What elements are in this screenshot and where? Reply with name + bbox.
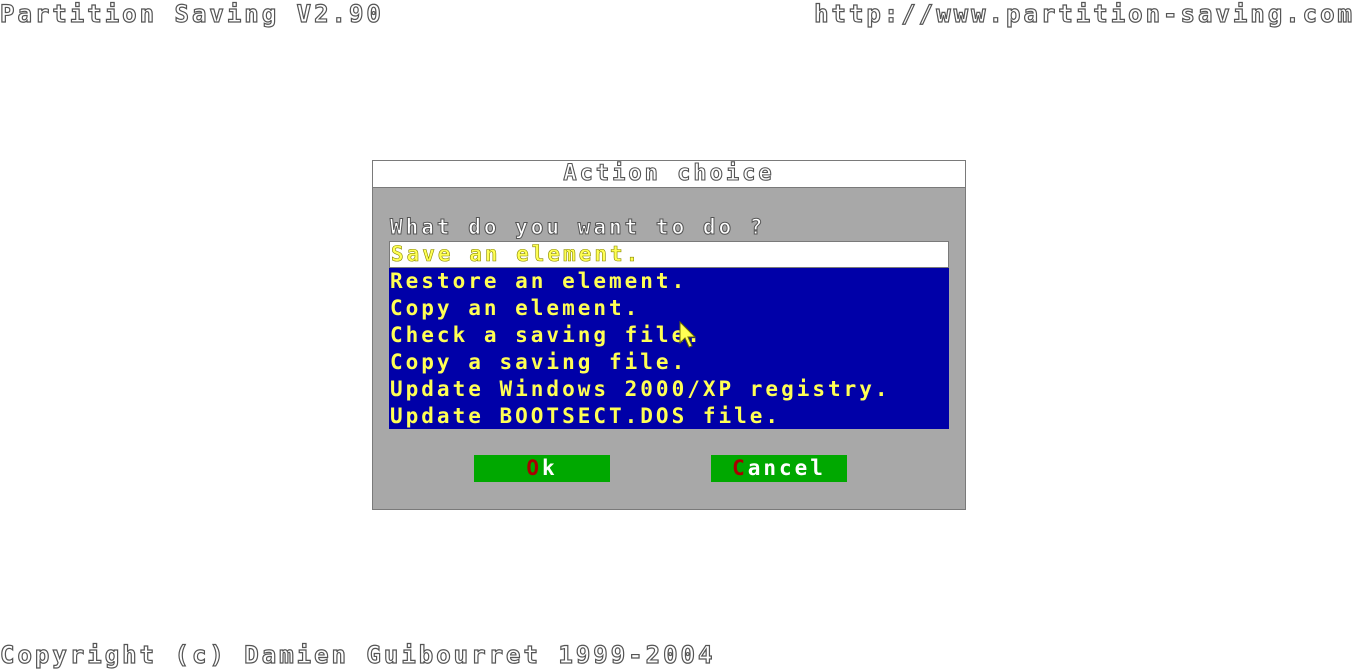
list-item-update-bootsect[interactable]: Update BOOTSECT.DOS file. xyxy=(389,403,949,430)
cancel-hotkey: C xyxy=(732,456,748,480)
cancel-button[interactable]: Cancel xyxy=(711,455,847,482)
ok-button[interactable]: Ok xyxy=(474,455,610,482)
list-item-check-saving-file[interactable]: Check a saving file. xyxy=(389,322,949,349)
cancel-label-rest: ancel xyxy=(747,456,826,480)
copyright-text: Copyright (c) Damien Guibourret 1999-200… xyxy=(0,640,716,669)
list-item-save-element[interactable]: Save an element. xyxy=(389,241,949,268)
list-item-update-registry[interactable]: Update Windows 2000/XP registry. xyxy=(389,376,949,403)
dialog-prompt: What do you want to do ? xyxy=(389,215,766,240)
list-item-copy-element[interactable]: Copy an element. xyxy=(389,295,949,322)
ok-hotkey: O xyxy=(526,456,542,480)
app-url: http://www.partition-saving.com xyxy=(813,0,1355,29)
list-item-restore-element[interactable]: Restore an element. xyxy=(389,268,949,295)
screen: Partition Saving V2.90 http://www.partit… xyxy=(0,0,1355,669)
action-listbox[interactable]: Save an element. Restore an element. Cop… xyxy=(389,241,949,429)
mouse-pointer-icon xyxy=(679,321,697,348)
list-item-copy-saving-file[interactable]: Copy a saving file. xyxy=(389,349,949,376)
dialog-title: Action choice xyxy=(563,160,775,186)
action-choice-dialog: Action choice What do you want to do ? S… xyxy=(372,160,966,510)
ok-label-rest: k xyxy=(542,456,558,480)
app-title: Partition Saving V2.90 xyxy=(0,0,384,29)
dialog-titlebar: Action choice xyxy=(373,160,965,188)
